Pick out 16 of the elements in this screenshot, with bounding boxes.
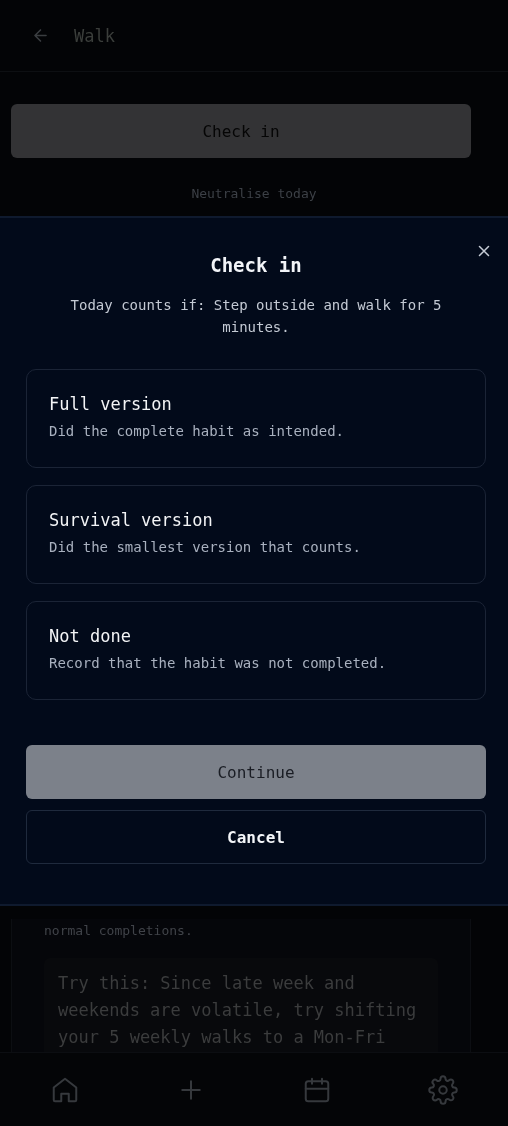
- page-title: Walk: [74, 25, 115, 46]
- option-title: Not done: [49, 626, 132, 646]
- option-card[interactable]: Full version Did the complete habit as intended.: [26, 369, 486, 468]
- option-card[interactable]: Survival version Did the smallest version that counts.: [26, 485, 486, 584]
- sheet-subtitle: Today counts if: Step outside and walk for 5 minutes.: [69, 296, 443, 337]
- back-arrow-icon[interactable]: [31, 26, 50, 45]
- sheet-title: Check in: [209, 254, 303, 276]
- option-card[interactable]: Not done Record that the habit was not completed.: [26, 601, 486, 700]
- cancel-button[interactable]: Cancel: [26, 810, 486, 864]
- settings-icon[interactable]: [428, 1074, 458, 1105]
- option-description: Did the complete habit as intended.: [49, 423, 345, 439]
- option-description: Record that the habit was not completed.: [49, 655, 388, 671]
- note-text: normal completions.: [44, 923, 194, 938]
- option-description: Did the smallest version that counts.: [49, 539, 362, 555]
- option-title: Full version: [49, 394, 173, 414]
- option-title: Survival version: [49, 510, 214, 530]
